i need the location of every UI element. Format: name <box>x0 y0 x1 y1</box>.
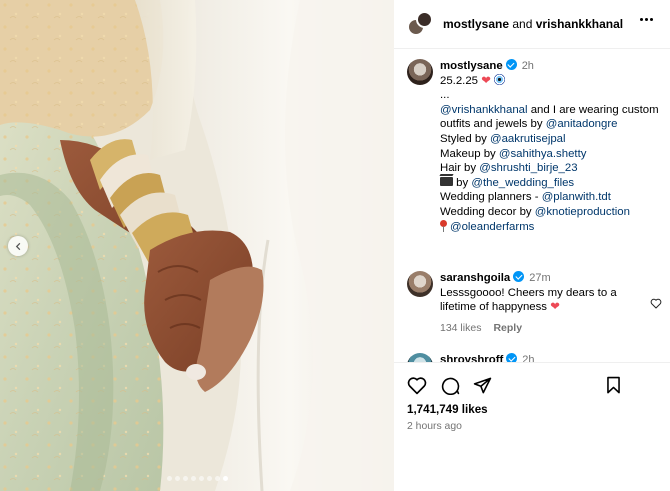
mention-link[interactable]: @shrushti_birje_23 <box>479 162 577 174</box>
mention-link[interactable]: @aakrutisejpal <box>490 133 566 145</box>
header-joiner: and <box>512 17 533 31</box>
comment-username[interactable]: saranshgoila <box>440 272 510 284</box>
speech-bubble-icon <box>441 377 460 396</box>
post-image[interactable] <box>0 0 394 491</box>
mention-link[interactable]: @knotieproduction <box>535 206 630 218</box>
header-username-1[interactable]: mostlysane <box>443 17 509 31</box>
caption-text: Styled by <box>440 132 491 145</box>
carousel-dot <box>198 476 204 481</box>
avatar[interactable] <box>407 59 433 85</box>
post-timestamp[interactable]: 2 hours ago <box>407 421 462 432</box>
mention-link[interactable]: @planwith.tdt <box>542 191 611 203</box>
mention-link[interactable]: @oleanderfarms <box>450 221 534 233</box>
comment-likes[interactable]: 134 likes <box>440 322 481 334</box>
more-dots-icon <box>640 18 643 21</box>
carousel-dot <box>190 476 196 481</box>
comment-body: shroyshroff 2h <box>440 353 662 362</box>
verified-badge-icon <box>505 59 517 70</box>
comment-body: saranshgoila 27m Lesssgoooo! Cheers my de… <box>440 271 662 335</box>
heart-outline-icon <box>650 298 662 309</box>
paper-plane-icon <box>473 377 492 394</box>
caption-body: mostlysane 2h 25.2.25 ❤ ... @vrishankkhan… <box>440 59 662 234</box>
red-heart-icon: ❤ <box>550 301 560 314</box>
bookmark-icon <box>607 376 620 394</box>
post-header: mostlysane and vrishankkhanal <box>394 0 670 49</box>
likes-count[interactable]: 1,741,749 likes <box>407 403 488 416</box>
action-icons <box>407 376 657 398</box>
red-heart-icon: ❤ <box>481 74 491 87</box>
avatar[interactable] <box>407 271 433 297</box>
like-button[interactable] <box>407 376 427 398</box>
share-button[interactable] <box>473 376 492 398</box>
nazar-amulet-icon <box>493 73 505 85</box>
caption-text: Makeup by <box>440 147 499 160</box>
carousel-dot <box>166 476 172 481</box>
mention-link[interactable]: @anitadongre <box>546 118 618 130</box>
header-username-2[interactable]: vrishankkhanal <box>536 17 623 31</box>
mention-link[interactable]: @the_wedding_files <box>471 177 574 189</box>
caption-text: Wedding planners - <box>440 191 542 204</box>
avatar <box>416 11 433 28</box>
caption-ellipsis: ... <box>440 89 450 102</box>
comment-time[interactable]: 2h <box>522 354 534 362</box>
comment-like-button[interactable] <box>650 298 662 312</box>
collab-avatars[interactable] <box>407 11 433 37</box>
carousel-dot <box>214 476 220 481</box>
caption-text: Wedding decor by <box>440 205 535 218</box>
chevron-left-icon <box>15 242 20 250</box>
clapperboard-icon <box>440 176 453 186</box>
verified-badge-icon <box>506 353 518 362</box>
carousel-dot <box>222 476 228 481</box>
comment-username[interactable]: shroyshroff <box>440 354 503 362</box>
carousel-dot <box>174 476 180 481</box>
wedding-hands-photo <box>0 0 394 491</box>
location-pin-icon <box>440 219 447 232</box>
verified-badge-icon <box>513 271 525 282</box>
comments-section: mostlysane 2h 25.2.25 ❤ ... @vrishankkhan… <box>394 49 670 362</box>
caption-text: by <box>453 176 472 189</box>
caption-time[interactable]: 2h <box>522 60 534 72</box>
comment-button[interactable] <box>441 376 460 398</box>
caption-date: 25.2.25 <box>440 74 479 87</box>
carousel-dot <box>182 476 188 481</box>
comment-time[interactable]: 27m <box>529 272 550 284</box>
comment-meta: 134 likes Reply <box>440 321 662 336</box>
more-options-button[interactable] <box>640 18 653 21</box>
post-actions: 1,741,749 likes 2 hours ago <box>394 362 670 491</box>
save-button[interactable] <box>605 376 622 398</box>
caption-text: Hair by <box>440 162 480 175</box>
comment-text: Lesssgoooo! Cheers my dears to a lifetim… <box>440 286 617 314</box>
caption-username[interactable]: mostlysane <box>440 60 503 72</box>
avatar[interactable] <box>407 353 433 362</box>
collab-names: mostlysane and vrishankkhanal <box>443 17 623 31</box>
post-sidebar: mostlysane and vrishankkhanal mostlysane… <box>394 0 670 491</box>
carousel-dot <box>206 476 212 481</box>
reply-button[interactable]: Reply <box>493 322 522 334</box>
heart-outline-icon <box>407 377 427 395</box>
mention-link[interactable]: @vrishankkhanal <box>440 104 528 116</box>
mention-link[interactable]: @sahithya.shetty <box>499 148 587 160</box>
carousel-prev-button[interactable] <box>8 236 28 256</box>
carousel-indicator <box>0 476 394 481</box>
